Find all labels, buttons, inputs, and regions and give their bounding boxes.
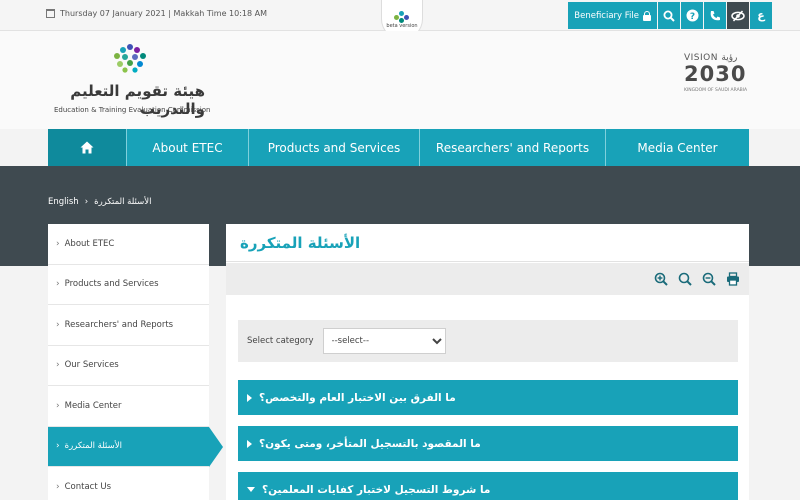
help-icon: ? bbox=[686, 9, 698, 22]
etec-logo[interactable]: هيئة تقويم التعليم والتدريب Education & … bbox=[52, 41, 212, 118]
breadcrumb-separator: › bbox=[84, 197, 89, 207]
search-button[interactable] bbox=[658, 2, 680, 29]
chevron-right-icon: › bbox=[56, 238, 60, 249]
print-button[interactable] bbox=[725, 271, 741, 287]
sidebar-item-about-etec[interactable]: › About ETEC bbox=[48, 224, 209, 265]
date-display: Thursday 07 January 2021 | Makkah Time 1… bbox=[46, 9, 267, 18]
caret-down-icon bbox=[247, 487, 255, 492]
vision-2030-logo: VISION رؤية 2030 KINGDOM OF SAUDI ARABIA bbox=[684, 53, 754, 113]
caret-right-icon bbox=[247, 439, 252, 448]
home-icon bbox=[80, 141, 94, 154]
faq-question: ما شروط التسجيل لاختبار كفايات المعلمين؟ bbox=[262, 483, 491, 496]
sidebar-item-faq[interactable]: › الأسئلة المتكررة bbox=[48, 426, 223, 467]
faq-question: ما الفرق بين الاختبار العام والتخصص؟ bbox=[259, 391, 456, 404]
beneficiary-file-button[interactable]: Beneficiary File bbox=[568, 2, 657, 29]
breadcrumb-home[interactable]: English bbox=[48, 197, 79, 207]
phone-button[interactable] bbox=[704, 2, 726, 29]
chevron-right-icon: › bbox=[56, 481, 60, 492]
category-filter: Select category --select-- bbox=[238, 320, 738, 362]
top-bar: Thursday 07 January 2021 | Makkah Time 1… bbox=[0, 0, 800, 40]
phone-icon bbox=[710, 10, 720, 20]
top-actions: Beneficiary File ? ع bbox=[568, 2, 772, 29]
sidebar-item-label: About ETEC bbox=[64, 238, 115, 249]
accessibility-button[interactable] bbox=[727, 2, 749, 29]
vision-year: 2030 bbox=[684, 62, 747, 86]
beta-logo-icon bbox=[394, 10, 410, 23]
zoom-out-button[interactable] bbox=[701, 271, 717, 287]
category-filter-label: Select category bbox=[247, 336, 314, 346]
language-toggle-button[interactable]: ع bbox=[750, 2, 772, 29]
sidebar: › About ETEC › Products and Services › R… bbox=[48, 224, 223, 500]
chevron-right-icon: › bbox=[56, 360, 60, 371]
chevron-right-icon: › bbox=[56, 319, 60, 330]
sidebar-item-label: Media Center bbox=[64, 400, 122, 411]
content-panel: الأسئلة المتكررة Select category --selec… bbox=[226, 224, 749, 500]
lock-icon bbox=[643, 10, 651, 21]
chevron-right-icon: › bbox=[56, 400, 60, 411]
chevron-right-icon: › bbox=[56, 279, 60, 290]
sidebar-item-label: Researchers' and Reports bbox=[64, 319, 174, 330]
eye-slash-icon bbox=[731, 9, 745, 22]
sidebar-item-researchers-reports[interactable]: › Researchers' and Reports bbox=[48, 305, 209, 346]
nav-researchers-reports[interactable]: Researchers' and Reports bbox=[420, 129, 606, 166]
faq-item[interactable]: ما شروط التسجيل لاختبار كفايات المعلمين؟ bbox=[238, 472, 738, 500]
beta-label: beta version bbox=[386, 22, 418, 29]
category-select[interactable]: --select-- bbox=[322, 328, 446, 354]
faq-item[interactable]: ما الفرق بين الاختبار العام والتخصص؟ bbox=[238, 380, 738, 415]
beneficiary-file-label: Beneficiary File bbox=[574, 10, 639, 21]
zoom-reset-button[interactable] bbox=[677, 271, 693, 287]
breadcrumb: English › الأسئلة المتكررة bbox=[48, 197, 151, 207]
faq-question: ما المقصود بالتسجيل المتأخر، ومتى يكون؟ bbox=[259, 437, 481, 450]
faq-item[interactable]: ما المقصود بالتسجيل المتأخر، ومتى يكون؟ bbox=[238, 426, 738, 461]
logo-english-name: Education & Training Evaluation Commissi… bbox=[54, 106, 211, 114]
nav-products-services[interactable]: Products and Services bbox=[249, 129, 420, 166]
sidebar-item-our-services[interactable]: › Our Services bbox=[48, 345, 209, 386]
date-text: Thursday 07 January 2021 | Makkah Time 1… bbox=[60, 9, 268, 18]
zoom-in-icon bbox=[654, 272, 668, 286]
nav-home[interactable] bbox=[48, 129, 127, 166]
zoom-in-button[interactable] bbox=[653, 271, 669, 287]
sidebar-item-label: الأسئلة المتكررة bbox=[64, 441, 122, 452]
zoom-out-icon bbox=[702, 272, 716, 286]
zoom-reset-icon bbox=[678, 272, 692, 286]
svg-text:?: ? bbox=[689, 12, 694, 22]
sidebar-item-contact-us[interactable]: › Contact Us bbox=[48, 467, 209, 500]
print-icon bbox=[727, 272, 739, 286]
calendar-icon bbox=[46, 9, 55, 18]
sidebar-item-label: Our Services bbox=[64, 360, 119, 371]
page-title: الأسئلة المتكررة bbox=[226, 224, 749, 262]
help-button[interactable]: ? bbox=[681, 2, 703, 29]
chevron-right-icon: › bbox=[56, 441, 60, 452]
nav-about-etec[interactable]: About ETEC bbox=[127, 129, 249, 166]
etec-logo-icon bbox=[114, 44, 146, 73]
nav-media-center[interactable]: Media Center bbox=[606, 129, 749, 166]
site-header: هيئة تقويم التعليم والتدريب Education & … bbox=[0, 31, 800, 129]
content-toolbar bbox=[226, 263, 749, 295]
caret-right-icon bbox=[247, 393, 252, 402]
search-icon bbox=[663, 10, 675, 22]
sidebar-item-products-services[interactable]: › Products and Services bbox=[48, 264, 209, 305]
main-nav: About ETEC Products and Services Researc… bbox=[48, 129, 749, 166]
sidebar-item-label: Contact Us bbox=[64, 481, 112, 492]
vision-sub: KINGDOM OF SAUDI ARABIA bbox=[684, 88, 748, 93]
sidebar-item-media-center[interactable]: › Media Center bbox=[48, 386, 209, 427]
breadcrumb-current: الأسئلة المتكررة bbox=[94, 197, 152, 207]
sidebar-item-label: Products and Services bbox=[64, 279, 159, 290]
